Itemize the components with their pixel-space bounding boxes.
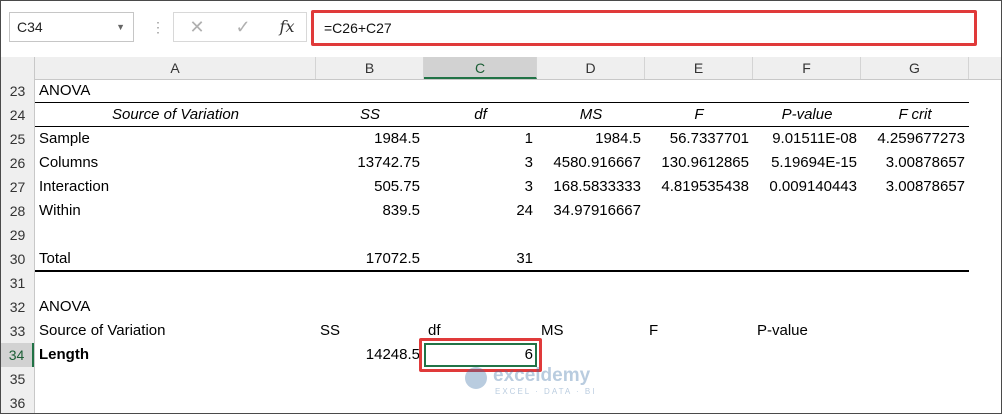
table-cell[interactable]: 9.01511E-08	[753, 127, 861, 151]
column-header-bar: A B C D E F G	[1, 57, 1001, 80]
table2-header-source[interactable]: Source of Variation	[35, 319, 316, 343]
row-header-selected[interactable]: 34	[1, 343, 34, 367]
table-title[interactable]: ANOVA	[35, 79, 316, 103]
table-cell[interactable]: 17072.5	[316, 247, 424, 271]
header-f[interactable]: F	[645, 103, 753, 127]
row-header-bar: 23 24 25 26 27 28 29 30 31 32 33 34 35 3…	[1, 79, 35, 413]
table-cell[interactable]: 3	[424, 151, 537, 175]
formula-input[interactable]: =C26+C27	[311, 10, 977, 46]
column-header-d[interactable]: D	[537, 57, 645, 79]
spreadsheet-window: C34 ▼ ⋮ ✕ ✓ fx =C26+C27 A B C D E F G 23…	[0, 0, 1002, 414]
row-header[interactable]: 24	[1, 103, 34, 127]
column-header-b[interactable]: B	[316, 57, 424, 79]
column-header-c[interactable]: C	[424, 57, 537, 79]
table-cell[interactable]: 130.9612865	[645, 151, 753, 175]
table-row-label[interactable]: Columns	[35, 151, 316, 175]
table-cell[interactable]: 56.7337701	[645, 127, 753, 151]
table-cell[interactable]: 1	[424, 127, 537, 151]
column-header-g[interactable]: G	[861, 57, 969, 79]
header-source[interactable]: Source of Variation	[35, 103, 316, 127]
table2-row-label[interactable]: Length	[35, 343, 316, 367]
exceldemy-logo-icon	[465, 367, 487, 389]
table-cell[interactable]: 168.5833333	[537, 175, 645, 199]
header-f-crit[interactable]: F crit	[861, 103, 969, 127]
formula-buttons: ✕ ✓ fx	[173, 12, 307, 42]
row-header[interactable]: 23	[1, 79, 34, 103]
header-p-value[interactable]: P-value	[753, 103, 861, 127]
table-cell[interactable]: 839.5	[316, 199, 424, 223]
table-cell[interactable]: 4.819535438	[645, 175, 753, 199]
table-cell[interactable]: 34.97916667	[537, 199, 645, 223]
table-cell[interactable]: 3	[424, 175, 537, 199]
header-ss[interactable]: SS	[316, 103, 424, 127]
table-cell[interactable]: 1984.5	[537, 127, 645, 151]
table-cell[interactable]: 4580.916667	[537, 151, 645, 175]
table2-ss-cell[interactable]: 14248.5	[316, 343, 424, 367]
row-header[interactable]: 29	[1, 223, 34, 247]
table2-header-f[interactable]: F	[645, 319, 753, 343]
row-header[interactable]: 30	[1, 247, 34, 271]
row-header[interactable]: 33	[1, 319, 34, 343]
table-cell[interactable]: 24	[424, 199, 537, 223]
row-header[interactable]: 25	[1, 127, 34, 151]
column-header-e[interactable]: E	[645, 57, 753, 79]
row-header[interactable]: 36	[1, 391, 34, 413]
table-row-label[interactable]: Interaction	[35, 175, 316, 199]
cell-grid: ANOVA Source of Variation SS df MS F P-v…	[35, 79, 1001, 413]
column-header-f[interactable]: F	[753, 57, 861, 79]
header-ms[interactable]: MS	[537, 103, 645, 127]
row-header[interactable]: 32	[1, 295, 34, 319]
table-cell[interactable]: 0.009140443	[753, 175, 861, 199]
table-cell[interactable]: 5.19694E-15	[753, 151, 861, 175]
table2-header-ms[interactable]: MS	[537, 319, 645, 343]
select-all-corner[interactable]	[1, 57, 35, 79]
table2-header-ss[interactable]: SS	[316, 319, 424, 343]
table-cell[interactable]: 13742.75	[316, 151, 424, 175]
formula-bar: C34 ▼ ⋮ ✕ ✓ fx =C26+C27	[1, 1, 1001, 58]
table-row-label[interactable]: Within	[35, 199, 316, 223]
insert-function-icon[interactable]: fx	[272, 13, 302, 41]
header-df[interactable]: df	[424, 103, 537, 127]
row-header[interactable]: 28	[1, 199, 34, 223]
table-row-label[interactable]: Total	[35, 247, 316, 271]
cancel-icon[interactable]: ✕	[182, 13, 212, 41]
row-header[interactable]: 27	[1, 175, 34, 199]
name-box[interactable]: C34 ▼	[9, 12, 134, 42]
row-header[interactable]: 26	[1, 151, 34, 175]
watermark: exceldemy EXCEL · DATA · BI	[465, 365, 645, 405]
drag-handle-icon[interactable]: ⋮	[151, 16, 165, 38]
row-header[interactable]: 35	[1, 367, 34, 391]
table-cell[interactable]: 31	[424, 247, 537, 271]
watermark-tagline: EXCEL · DATA · BI	[495, 387, 597, 396]
table-cell[interactable]: 1984.5	[316, 127, 424, 151]
table-cell[interactable]: 505.75	[316, 175, 424, 199]
table2-header-p-value[interactable]: P-value	[753, 319, 861, 343]
table-cell[interactable]: 3.00878657	[861, 175, 969, 199]
table-row-label[interactable]: Sample	[35, 127, 316, 151]
check-icon[interactable]: ✓	[228, 13, 258, 41]
column-header-a[interactable]: A	[35, 57, 316, 79]
table-cell[interactable]: 3.00878657	[861, 151, 969, 175]
name-box-value: C34	[17, 19, 43, 35]
watermark-name: exceldemy	[493, 365, 591, 386]
chevron-down-icon[interactable]: ▼	[116, 13, 125, 41]
table-cell[interactable]: 4.259677273	[861, 127, 969, 151]
table2-title[interactable]: ANOVA	[35, 295, 316, 319]
table-bottom-border	[35, 270, 969, 272]
row-header[interactable]: 31	[1, 271, 34, 295]
